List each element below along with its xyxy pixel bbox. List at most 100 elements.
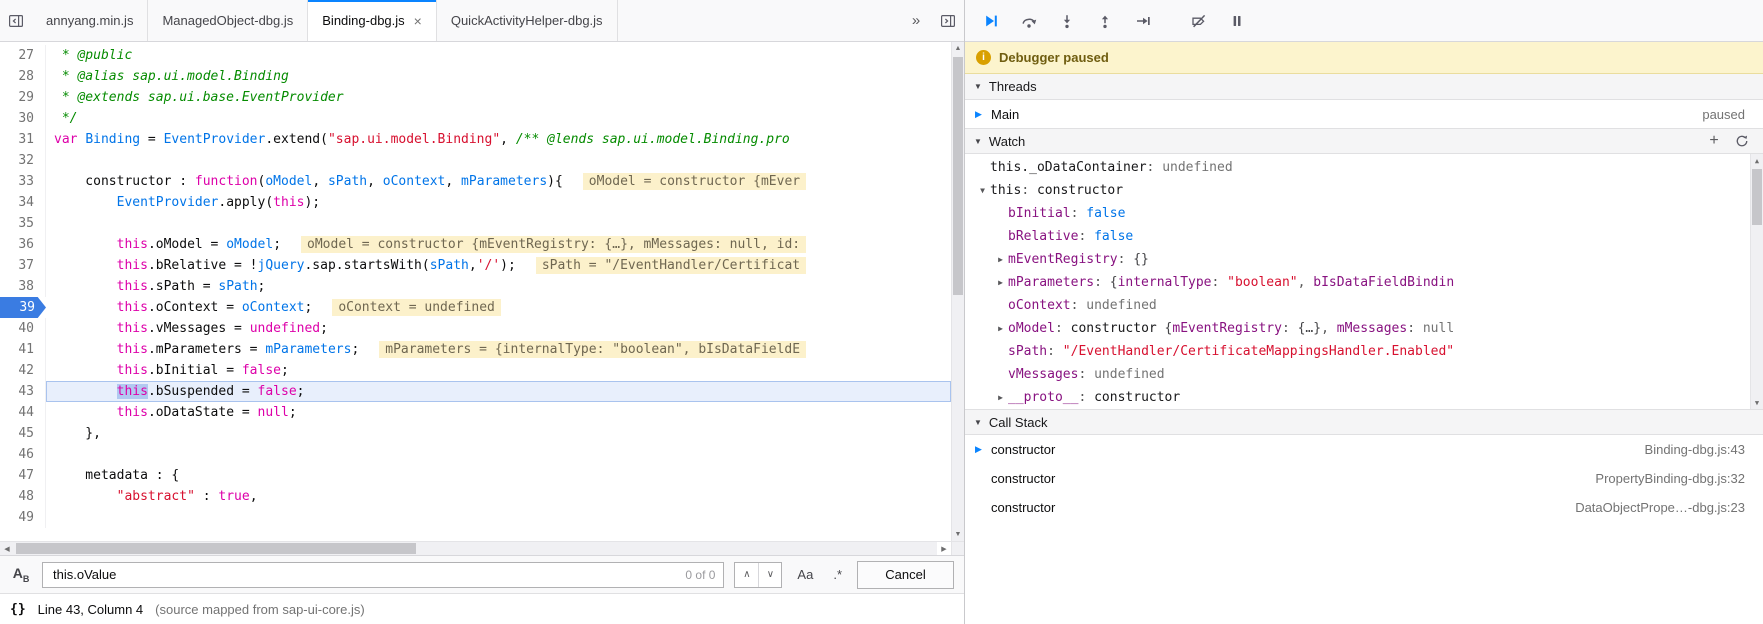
code-text[interactable] [46,444,951,465]
scroll-up-icon[interactable]: ▲ [1751,154,1763,167]
line-number[interactable]: 45 [0,423,46,444]
watch-row[interactable]: bInitial: false [965,202,1749,225]
chevron-right-icon[interactable]: ▶ [993,278,1008,287]
line-number[interactable]: 43 [0,381,46,402]
code-text[interactable]: "abstract" : true, [46,486,951,507]
watch-row[interactable]: ▶ __proto__: constructor [965,386,1749,409]
watch-row[interactable]: ▶ oModel: constructor {mEventRegistry: {…… [965,317,1749,340]
stack-frame[interactable]: constructor PropertyBinding-dbg.js:32 [965,464,1763,493]
code-text[interactable]: }, [46,423,951,444]
watch-row[interactable]: vMessages: undefined [965,363,1749,386]
cancel-button[interactable]: Cancel [857,560,954,589]
tab-QuickActivityHelper-dbg.js[interactable]: QuickActivityHelper-dbg.js [437,0,618,41]
line-number[interactable]: 41 [0,339,46,360]
code-text[interactable]: * @extends sap.ui.base.EventProvider [46,87,951,108]
close-icon[interactable]: × [414,13,422,29]
chevron-right-icon[interactable]: ▶ [993,393,1008,402]
collapse-panes-icon[interactable] [0,0,32,41]
tab-Binding-dbg.js[interactable]: Binding-dbg.js × [308,0,437,41]
code-text[interactable]: this.mParameters = mParameters; mParamete… [46,339,951,360]
line-number[interactable]: 40 [0,318,46,339]
code-text[interactable]: */ [46,108,951,129]
watch-row[interactable]: sPath: "/EventHandler/CertificateMapping… [965,340,1749,363]
watch-row[interactable]: bRelative: false [965,225,1749,248]
code-text[interactable]: this.bSuspended = false; [46,381,951,402]
tab-annyang.min.js[interactable]: annyang.min.js [32,0,149,41]
disable-breakpoints-button[interactable] [1181,5,1217,37]
breakpoint-marker[interactable]: 39 [0,297,46,318]
scroll-right-icon[interactable]: ▶ [937,542,951,555]
code-text[interactable]: this.oDataState = null; [46,402,951,423]
vertical-scrollbar[interactable]: ▲ ▼ [951,42,964,541]
code-text[interactable]: EventProvider.apply(this); [46,192,951,213]
line-number[interactable]: 38 [0,276,46,297]
line-number[interactable]: 37 [0,255,46,276]
chevron-down-icon[interactable]: ▼ [975,186,990,195]
next-match-button[interactable]: ∨ [758,562,781,587]
step-over-button[interactable] [1011,5,1047,37]
line-number[interactable]: 42 [0,360,46,381]
line-number[interactable]: 48 [0,486,46,507]
line-number[interactable]: 36 [0,234,46,255]
refresh-watch-button[interactable] [1730,129,1754,153]
chevron-right-icon[interactable]: ▶ [993,255,1008,264]
line-number[interactable]: 27 [0,45,46,66]
find-input[interactable] [51,566,686,583]
match-case-button[interactable]: Aa [792,567,818,582]
line-number[interactable]: 31 [0,129,46,150]
line-number[interactable]: 33 [0,171,46,192]
previous-match-button[interactable]: ∧ [735,563,758,587]
line-number[interactable]: 29 [0,87,46,108]
code-text[interactable]: this.oModel = oModel; oModel = constructo… [46,234,951,255]
line-number[interactable]: 35 [0,213,46,234]
watch-row[interactable]: ▶ mParameters: {internalType: "boolean", … [965,271,1749,294]
code-text[interactable]: constructor : function(oModel, sPath, oC… [46,171,951,192]
code-text[interactable]: var Binding = EventProvider.extend("sap.… [46,129,951,150]
code-text[interactable] [46,150,951,171]
code-text[interactable] [46,213,951,234]
watch-row[interactable]: ▶ mEventRegistry: {} [965,248,1749,271]
code-text[interactable] [46,507,951,528]
code-text[interactable]: this.sPath = sPath; [46,276,951,297]
horizontal-scrollbar-thumb[interactable] [16,543,416,554]
step-out-button[interactable] [1087,5,1123,37]
code-text[interactable]: this.oContext = oContext; oContext = unde… [46,297,951,318]
line-number[interactable]: 44 [0,402,46,423]
code-lines[interactable]: 27 * @public 28 * @alias sap.ui.model.Bin… [0,42,951,541]
code-editor[interactable]: 27 * @public 28 * @alias sap.ui.model.Bin… [0,42,964,541]
code-text[interactable]: metadata : { [46,465,951,486]
pretty-print-button[interactable]: {} [10,602,26,617]
scroll-down-icon[interactable]: ▼ [952,528,964,541]
more-tabs-button[interactable]: » [900,0,932,41]
watch-row[interactable]: oContext: undefined [965,294,1749,317]
code-text[interactable]: * @public [46,45,951,66]
step-in-button[interactable] [1049,5,1085,37]
regex-button[interactable]: .* [828,567,847,582]
expand-panes-icon[interactable] [932,0,964,41]
add-watch-button[interactable]: + [1702,129,1726,153]
code-text[interactable]: * @alias sap.ui.model.Binding [46,66,951,87]
line-number[interactable]: 32 [0,150,46,171]
threads-header[interactable]: ▼ Threads [965,74,1763,100]
watch-row[interactable]: ▼ this: constructor [965,179,1749,202]
stack-frame[interactable]: constructor DataObjectPrope…-dbg.js:23 [965,493,1763,522]
watch-header[interactable]: ▼ Watch + [965,128,1763,154]
scroll-left-icon[interactable]: ◀ [0,542,14,555]
stack-frame[interactable]: ▶ constructor Binding-dbg.js:43 [965,435,1763,464]
resume-button[interactable] [973,5,1009,37]
line-number[interactable]: 34 [0,192,46,213]
callstack-header[interactable]: ▼ Call Stack [965,409,1763,435]
pause-on-exceptions-button[interactable] [1219,5,1255,37]
line-number[interactable]: 28 [0,66,46,87]
line-number[interactable]: 47 [0,465,46,486]
thread-row[interactable]: ▶ Main paused [965,100,1763,128]
line-number[interactable]: 30 [0,108,46,129]
watch-scrollbar[interactable]: ▲ ▼ [1750,154,1763,409]
watch-row[interactable]: this._oDataContainer: undefined [965,156,1749,179]
code-text[interactable]: this.vMessages = undefined; [46,318,951,339]
scroll-down-icon[interactable]: ▼ [1751,396,1763,409]
chevron-right-icon[interactable]: ▶ [993,324,1008,333]
watch-scrollbar-thumb[interactable] [1752,169,1762,225]
line-number[interactable]: 49 [0,507,46,528]
code-text[interactable]: this.bInitial = false; [46,360,951,381]
